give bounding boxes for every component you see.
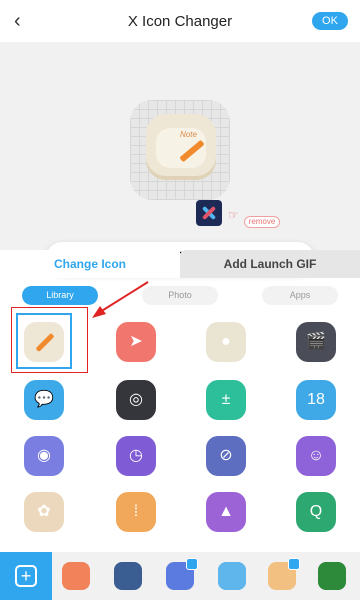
ok-button[interactable]: OK (312, 12, 348, 30)
icon-glyph: 💬 (34, 391, 54, 408)
plus-icon: + (15, 565, 37, 587)
subtab-library[interactable]: Library (22, 286, 98, 305)
badge-icon (186, 558, 198, 570)
search-icon[interactable]: Q (296, 492, 336, 532)
note-icon: Note (146, 114, 216, 180)
icon-glyph: 🎬 (306, 333, 326, 350)
bottom-dock: + (0, 552, 360, 600)
green-orb-app-icon[interactable] (318, 562, 346, 590)
clapperboard-icon[interactable]: 🎬 (296, 322, 336, 362)
icon-glyph: ▲ (218, 503, 234, 520)
icon-preview-area: Note ☞ remove 123云盘 (0, 42, 360, 274)
add-button[interactable]: + (0, 552, 52, 600)
icon-glyph: ◉ (37, 447, 51, 464)
icon-glyph: ± (221, 391, 231, 408)
selected-icon-frame (16, 313, 72, 369)
icon-glyph: 18 (307, 391, 325, 408)
icon-glyph: ➤ (129, 333, 143, 350)
tab-add-launch-gif[interactable]: Add Launch GIF (180, 250, 360, 278)
icon-glyph: ⁞ (133, 503, 139, 520)
music-app-icon[interactable] (62, 562, 90, 590)
tv-app-icon[interactable] (114, 562, 142, 590)
chevron-left-icon[interactable]: ‹ (14, 9, 34, 33)
page-title: X Icon Changer (127, 12, 233, 30)
camera-shutter-icon[interactable]: ◎ (116, 380, 156, 420)
icon-glyph: ✿ (37, 503, 51, 520)
camera-icon[interactable]: ◉ (24, 436, 64, 476)
subtab-apps[interactable]: Apps (262, 286, 338, 305)
dice-icon[interactable]: ⁞ (116, 492, 156, 532)
icon-glyph: Q (309, 503, 323, 520)
remove-button[interactable]: remove (244, 216, 280, 228)
icon-glyph: ◎ (129, 391, 143, 408)
subtab-photo[interactable]: Photo (142, 286, 218, 305)
tab-change-icon[interactable]: Change Icon (0, 250, 180, 278)
green-ball-icon[interactable]: ● (206, 322, 246, 362)
source-subtabs: Library Photo Apps (0, 286, 360, 306)
icon-glyph: ● (221, 333, 231, 350)
icon-tabs: Change Icon Add Launch GIF (0, 250, 360, 278)
badge-icon[interactable]: ✿ (24, 492, 64, 532)
icon-glyph: ☺ (307, 447, 325, 464)
chat-bubble-icon[interactable]: 💬 (24, 380, 64, 420)
paper-plane-icon[interactable]: ➤ (116, 322, 156, 362)
calculator-icon[interactable]: ± (206, 380, 246, 420)
pencil-icon (179, 139, 205, 163)
smile-icon[interactable]: ☺ (296, 436, 336, 476)
game-app-icon[interactable] (218, 562, 246, 590)
top-bar: ‹ X Icon Changer OK (0, 0, 360, 42)
annotation-arrow-icon (92, 281, 149, 318)
icon-glyph: ◷ (129, 447, 143, 464)
calendar-icon[interactable]: 18 (296, 380, 336, 420)
note-paper: Note (156, 128, 206, 168)
x-logo-icon (196, 200, 222, 226)
compass-icon[interactable]: ⊘ (206, 436, 246, 476)
icon-glyph: ⊘ (219, 447, 233, 464)
note-label: Note (180, 130, 197, 139)
gallery-icon[interactable]: ▲ (206, 492, 246, 532)
badge-icon (288, 558, 300, 570)
clock-icon[interactable]: ◷ (116, 436, 156, 476)
pointing-hand-icon: ☞ (228, 208, 239, 222)
